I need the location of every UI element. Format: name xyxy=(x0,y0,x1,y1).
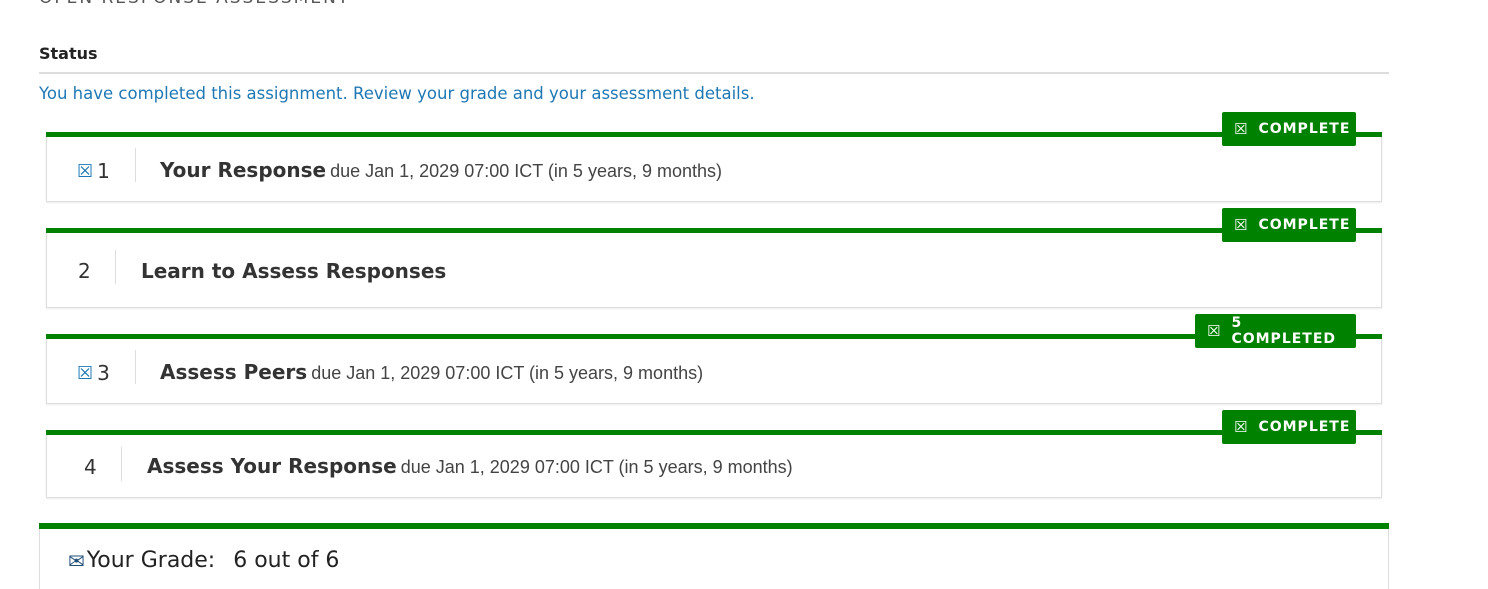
status-heading: Status xyxy=(39,44,98,63)
status-badge: ☒ COMPLETE xyxy=(1222,208,1356,242)
step-panel: 4 Assess Your Response due Jan 1, 2029 07… xyxy=(46,435,1382,498)
grade-value: 6 out of 6 xyxy=(233,548,340,573)
step-number: 2 xyxy=(78,259,91,283)
check-square-icon: ☒ xyxy=(77,362,94,384)
step-due-date: due Jan 1, 2029 07:00 ICT (in 5 years, 9… xyxy=(311,363,704,383)
status-message: You have completed this assignment. Revi… xyxy=(39,84,755,103)
grade-label: Your Grade: xyxy=(86,548,216,573)
step-due-date: due Jan 1, 2029 07:00 ICT (in 5 years, 9… xyxy=(400,457,793,477)
step-separator xyxy=(115,250,116,284)
check-square-icon: ☒ xyxy=(1234,216,1249,234)
step-number: ☒ 1 xyxy=(77,159,110,183)
step-panel: ☒ 1 Your Response due Jan 1, 2029 07:00 I… xyxy=(46,137,1382,202)
step-label[interactable]: Assess Peers due Jan 1, 2029 07:00 ICT (i… xyxy=(160,360,703,384)
status-badge: ☒ 5 COMPLETED xyxy=(1195,314,1356,348)
grade-summary: ✉ Your Grade: 6 out of 6 xyxy=(68,548,339,573)
step-number: ☒ 3 xyxy=(77,361,110,385)
status-divider xyxy=(39,72,1389,74)
step-panel: ☒ 3 Assess Peers due Jan 1, 2029 07:00 IC… xyxy=(46,339,1382,404)
check-square-icon: ☒ xyxy=(77,160,94,182)
step-label[interactable]: Your Response due Jan 1, 2029 07:00 ICT (… xyxy=(160,158,722,182)
check-square-icon: ☒ xyxy=(1234,418,1249,436)
step-panel: 2 Learn to Assess Responses xyxy=(46,233,1382,308)
step-due-date: due Jan 1, 2029 07:00 ICT (in 5 years, 9… xyxy=(330,161,722,181)
step-separator xyxy=(135,350,136,384)
status-badge: ☒ COMPLETE xyxy=(1222,112,1356,146)
status-badge: ☒ COMPLETE xyxy=(1222,410,1356,444)
check-square-icon: ☒ xyxy=(1207,322,1222,340)
step-label[interactable]: Learn to Assess Responses xyxy=(141,259,446,283)
step-label[interactable]: Assess Your Response due Jan 1, 2029 07:0… xyxy=(147,454,793,478)
step-number: 4 xyxy=(84,455,97,479)
envelope-icon: ✉ xyxy=(68,548,85,573)
step-separator xyxy=(135,148,136,182)
check-square-icon: ☒ xyxy=(1234,120,1249,138)
step-separator xyxy=(121,447,122,481)
assessment-title: OPEN RESPONSE ASSESSMENT xyxy=(39,0,350,8)
